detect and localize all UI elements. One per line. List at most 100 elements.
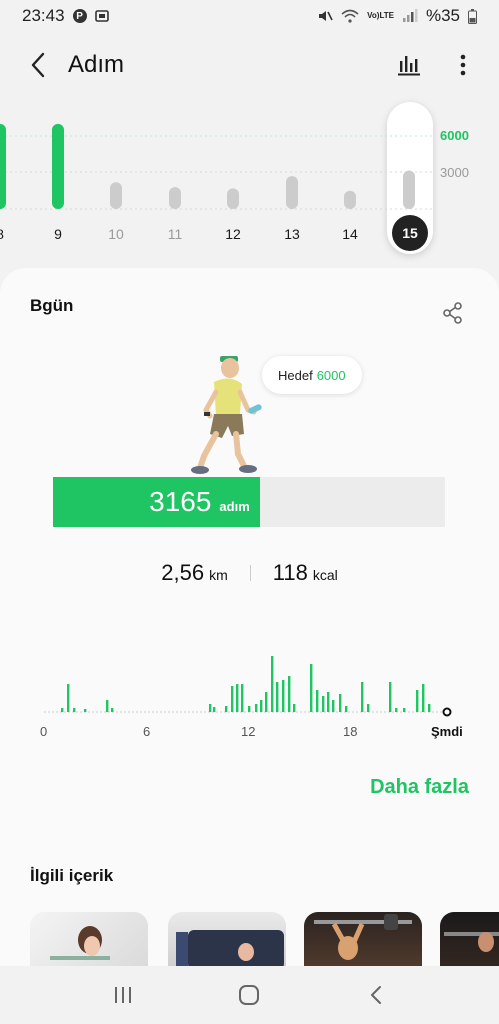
day-bar-8[interactable] <box>0 123 6 209</box>
home-icon <box>239 985 260 1005</box>
hourly-bars-svg <box>44 656 452 717</box>
hourly-bar <box>231 686 234 712</box>
day-label-9[interactable]: 9 <box>38 226 78 242</box>
day-bar-12[interactable] <box>227 188 239 209</box>
hourly-bar <box>248 706 251 712</box>
hourly-bar <box>416 690 419 712</box>
steps-progress-bar: 3165 adım <box>53 477 445 527</box>
nav-back-button[interactable] <box>351 975 401 1015</box>
hourly-bar <box>271 656 274 712</box>
distance-stat: 2,56 km <box>161 560 228 586</box>
hourly-bar <box>428 704 431 712</box>
mute-icon <box>317 8 333 24</box>
page-title: Adım <box>68 51 125 78</box>
hourly-bar <box>316 690 319 712</box>
hour-tick-now: Şmdi <box>431 724 463 739</box>
day-label-11[interactable]: 11 <box>155 226 195 242</box>
hour-tick-6: 6 <box>143 724 151 739</box>
daily-steps-chart[interactable]: 8 9 10 11 12 13 14 15 6000 3000 <box>0 96 499 256</box>
hourly-bar <box>361 682 364 712</box>
back-icon <box>31 52 45 78</box>
home-button[interactable] <box>224 975 274 1015</box>
steps-unit: adım <box>219 498 250 514</box>
status-bar: 23:43 P Vo) LTE %35 <box>0 0 499 32</box>
hour-tick-18: 18 <box>343 724 358 739</box>
day-bar-14[interactable] <box>344 190 356 209</box>
thumbnail-woman-stretching[interactable] <box>30 912 148 968</box>
more-vert-icon <box>460 54 466 76</box>
hourly-bar <box>332 700 335 712</box>
day-bar-10[interactable] <box>110 182 122 209</box>
hourly-steps-chart[interactable]: 0 6 12 18 Şmdi <box>0 648 499 748</box>
hourly-bar <box>209 704 212 712</box>
hourly-bar <box>84 709 87 712</box>
signal-icon <box>402 9 418 23</box>
calories-value: 118 <box>272 560 308 585</box>
related-content-title: İlgili içerik <box>30 866 114 885</box>
hourly-bar <box>345 706 348 712</box>
day-label-10[interactable]: 10 <box>96 226 136 242</box>
selected-day-badge[interactable]: 15 <box>392 215 428 251</box>
back-nav-icon <box>370 986 381 1004</box>
thumbnail-gym-workout[interactable] <box>440 912 499 968</box>
hourly-bar <box>339 694 342 712</box>
back-button[interactable] <box>20 47 56 83</box>
hour-tick-12: 12 <box>241 724 256 739</box>
thumbnail-sofa-exercise[interactable] <box>168 912 286 968</box>
day-label-14[interactable]: 14 <box>330 226 370 242</box>
status-time: 23:43 <box>22 6 65 25</box>
hourly-bar <box>236 684 239 712</box>
hourly-bar <box>288 676 291 712</box>
hourly-bar <box>67 684 70 712</box>
system-nav-bar <box>0 966 499 1024</box>
goal-label: Hedef <box>278 367 313 383</box>
thumbnail-weightlifting[interactable] <box>304 912 422 968</box>
hourly-bar <box>403 708 406 712</box>
calories-stat: 118 kcal <box>273 560 338 586</box>
hourly-bar <box>422 684 425 712</box>
pinterest-icon: P <box>72 9 87 23</box>
battery-percent: %35 <box>425 6 460 25</box>
recent-apps-button[interactable] <box>98 975 148 1015</box>
wifi-icon <box>341 9 359 23</box>
hourly-bar <box>276 682 279 712</box>
hourly-bar <box>213 707 216 712</box>
walking-person-illustration <box>182 352 262 478</box>
hourly-bar <box>282 680 285 712</box>
day-bar-13[interactable] <box>286 176 298 209</box>
axis-label-goal: 6000 <box>440 128 469 143</box>
trends-button[interactable] <box>393 49 425 81</box>
hourly-bar <box>293 704 296 712</box>
day-bar-15[interactable] <box>403 170 415 209</box>
related-content-row <box>30 912 499 968</box>
more-options-button[interactable] <box>447 49 479 81</box>
hourly-bar <box>327 692 330 712</box>
hourly-bar <box>322 696 325 712</box>
recent-apps-icon <box>115 987 132 1003</box>
hour-tick-0: 0 <box>40 724 48 739</box>
hourly-bar <box>395 708 398 712</box>
hourly-bar <box>265 692 268 712</box>
day-label-13[interactable]: 13 <box>272 226 312 242</box>
day-bar-9[interactable] <box>52 123 64 209</box>
day-label-12[interactable]: 12 <box>213 226 253 242</box>
day-bar-11[interactable] <box>169 187 181 209</box>
stats-divider <box>249 565 251 581</box>
now-marker <box>442 707 452 717</box>
hourly-bar <box>260 700 263 712</box>
hourly-bar <box>241 684 244 712</box>
hourly-bar <box>367 704 370 712</box>
goal-bubble[interactable]: Hedef 6000 <box>262 356 362 394</box>
more-link[interactable]: Daha fazla <box>370 776 469 799</box>
share-button[interactable] <box>438 298 468 328</box>
day-label-8[interactable]: 8 <box>0 226 20 242</box>
volte-icon: Vo) LTE <box>367 11 394 20</box>
hourly-bar <box>255 704 258 712</box>
today-card: Bgün Hedef 6000 3165 adım 2,56 km 118 kc… <box>0 268 499 968</box>
hourly-bar <box>389 682 392 712</box>
hourly-bar <box>225 706 228 712</box>
share-icon <box>443 302 462 324</box>
distance-unit: km <box>209 567 228 583</box>
hourly-bar <box>73 708 76 712</box>
hourly-bar <box>106 700 109 712</box>
